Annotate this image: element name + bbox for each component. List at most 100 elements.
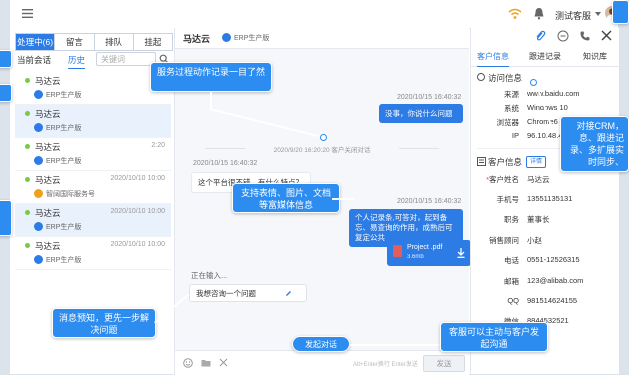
- session-time: 2020/10/10 10:00: [110, 241, 166, 248]
- field-value: 96.10.48.4: [527, 131, 563, 140]
- callout-edge-left-3: [0, 84, 12, 102]
- channel-icon: [34, 90, 43, 99]
- message-time: 2020/10/15 16:40:32: [397, 94, 462, 101]
- input-hint: Alt+Enter换行 Enter发送: [353, 362, 418, 368]
- tab-follow-up[interactable]: 跟进记录: [529, 48, 561, 66]
- online-dot-icon: [25, 111, 30, 116]
- paperclip-icon[interactable]: [534, 30, 546, 42]
- send-button[interactable]: 发送: [423, 355, 465, 372]
- callout-connector: [332, 198, 354, 200]
- field-value: 董事长: [527, 215, 550, 224]
- tab-history[interactable]: 历史: [68, 52, 86, 69]
- customer-row: 电话 0551-12526315: [471, 255, 619, 269]
- session-company: ERP生产版: [46, 224, 82, 231]
- list-item[interactable]: 马达云 ERP生产版: [15, 105, 171, 138]
- tab-suspended[interactable]: 挂起: [134, 34, 172, 50]
- close-icon[interactable]: [601, 30, 612, 41]
- field-label: 职务: [504, 215, 519, 224]
- session-time: 2:20: [151, 142, 165, 149]
- message-time: 2020/10/15 16:40:32: [397, 198, 462, 205]
- session-name: 马达云: [35, 208, 61, 218]
- online-dot-icon: [25, 177, 30, 182]
- callout-rich-media: 支持表情、图片、文档等富媒体信息: [232, 183, 340, 213]
- callout-connector: [210, 92, 212, 108]
- list-item[interactable]: 马达云 2:20 ERP生产版: [15, 138, 171, 171]
- field-label: *客户姓名: [486, 174, 519, 185]
- tab-queue[interactable]: 排队: [95, 34, 134, 50]
- emoji-icon[interactable]: [183, 358, 193, 368]
- list-item[interactable]: 马达云 2020/10/10 10:00 智阔国际服务号: [15, 171, 171, 204]
- typing-indicator: 正在输入...: [191, 271, 228, 280]
- system-message: 2020/9/20 16:20:20 客户关闭对话: [205, 144, 439, 154]
- list-item[interactable]: 马达云 2020/10/10 10:00 ERP生产版: [15, 204, 171, 237]
- tab-customer-info[interactable]: 客户信息: [477, 48, 509, 67]
- pdf-file-icon: [393, 245, 402, 257]
- session-status-tabs: 处理中(6) 留言 排队 挂起: [15, 33, 173, 51]
- session-company: ERP生产版: [46, 257, 82, 264]
- session-company: 智阔国际服务号: [46, 191, 95, 198]
- customer-row: 邮箱 123@alibab.com: [471, 276, 619, 290]
- visit-info-title: 访问信息: [488, 73, 523, 83]
- field-label: 电话: [504, 256, 519, 265]
- callout-crm: 对接CRM，息、跟进记录、多扩展实时同步、: [560, 116, 629, 172]
- tab-messages[interactable]: 留言: [55, 34, 95, 50]
- customer-row: 职务 董事长: [471, 214, 619, 228]
- file-attachment[interactable]: Project .pdf 3.6mb: [387, 240, 471, 266]
- callout-connector: [350, 344, 440, 346]
- field-value: www.baidu.com: [527, 89, 580, 98]
- scissors-icon[interactable]: [219, 358, 229, 368]
- bell-icon[interactable]: [533, 7, 545, 20]
- message-input-bar: Alt+Enter换行 Enter发送 发送: [175, 350, 469, 375]
- agent-name[interactable]: 测试客服: [555, 9, 591, 22]
- field-label-text: 客户姓名: [489, 175, 519, 184]
- online-dot-icon: [25, 78, 30, 83]
- field-label: IP: [511, 131, 519, 140]
- field-value: Chrome6: [527, 117, 558, 126]
- session-name: 马达云: [35, 109, 61, 119]
- download-icon[interactable]: [457, 248, 465, 258]
- customer-row: *客户姓名 马达云: [471, 174, 619, 188]
- session-name: 马达云: [35, 142, 61, 152]
- field-value: 13551135131: [527, 194, 573, 203]
- session-company: ERP生产版: [46, 158, 82, 165]
- visit-row: 来源 www.baidu.com: [471, 89, 619, 103]
- tab-knowledge-base[interactable]: 知识库: [583, 48, 607, 66]
- session-company: ERP生产版: [46, 92, 82, 99]
- list-item[interactable]: 马达云 2020/10/10 10:00 ERP生产版: [15, 237, 171, 270]
- chevron-down-icon[interactable]: [595, 12, 601, 16]
- field-label: 浏览器: [496, 118, 520, 127]
- session-time: 2020/10/10 10:00: [110, 208, 166, 215]
- edit-icon: [286, 291, 291, 296]
- menu-icon[interactable]: [22, 9, 33, 18]
- file-size: 3.6mb: [407, 254, 424, 260]
- customer-info-icon: [477, 157, 486, 166]
- session-list: 马达云 ERP生产版 马达云 ERP生产版 马达云 2:20 ERP生产版 马达…: [15, 72, 171, 270]
- top-bar: 测试客服: [10, 0, 620, 29]
- field-label: 邮箱: [504, 277, 519, 286]
- online-dot-icon: [25, 144, 30, 149]
- tab-processing[interactable]: 处理中(6): [16, 34, 56, 50]
- channel-icon: [34, 222, 43, 231]
- list-item[interactable]: 马达云 ERP生产版: [15, 72, 171, 105]
- minus-circle-icon[interactable]: [557, 30, 569, 42]
- session-company: ERP生产版: [46, 125, 82, 132]
- message-time: 2020/10/15 16:40:32: [193, 160, 258, 167]
- phone-icon[interactable]: [579, 30, 591, 42]
- field-value: 0551-12526315: [527, 255, 580, 264]
- callout-pin: [530, 79, 537, 86]
- start-chat-button[interactable]: 发起对话: [292, 336, 350, 352]
- tab-current-session[interactable]: 当前会话: [17, 52, 51, 68]
- channel-icon: [34, 189, 43, 198]
- field-value: 小赵: [527, 236, 542, 245]
- field-value: 马达云: [527, 175, 550, 184]
- details-button[interactable]: 详情: [526, 156, 547, 168]
- online-dot-icon: [25, 210, 30, 215]
- file-name: Project .pdf: [407, 244, 443, 251]
- field-label: 手机号: [496, 195, 520, 204]
- folder-icon[interactable]: [201, 358, 211, 368]
- online-dot-icon: [25, 243, 30, 248]
- search-input[interactable]: 关键词: [96, 52, 156, 66]
- session-name: 马达云: [35, 76, 61, 86]
- field-label: QQ: [507, 296, 519, 305]
- customer-row: 手机号 13551135131: [471, 194, 619, 208]
